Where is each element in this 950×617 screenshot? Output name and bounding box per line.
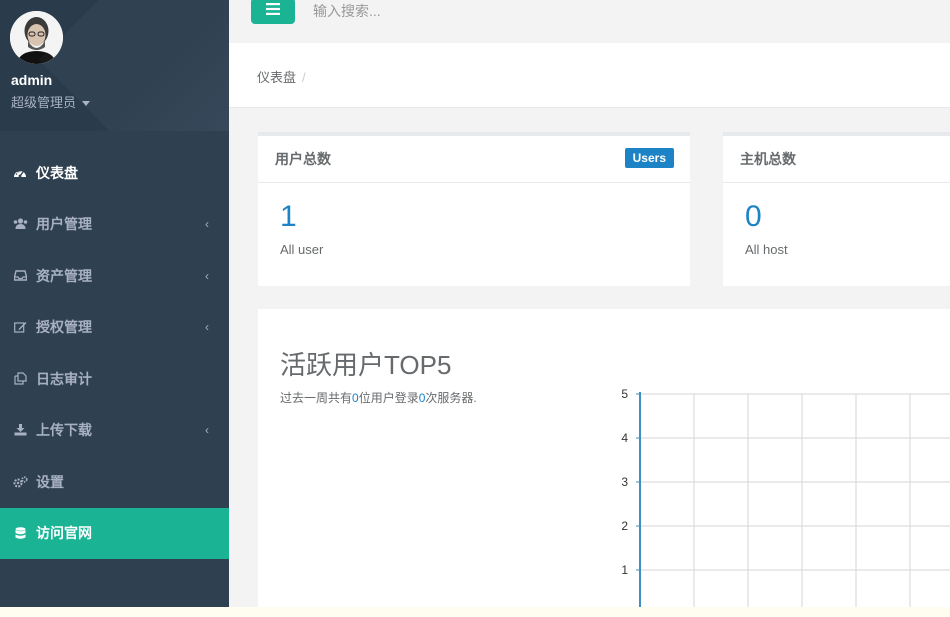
sidebar-item-audit[interactable]: 日志审计 <box>0 353 229 405</box>
sidebar-nav: 仪表盘 用户管理 ‹ 资产管理 ‹ 授权管理 ‹ 日志审计 上传下载 ‹ 设置 … <box>0 147 229 559</box>
sidebar-item-label: 日志审计 <box>36 370 92 387</box>
sidebar-item-users[interactable]: 用户管理 ‹ <box>0 199 229 251</box>
active-users-panel: 活跃用户TOP5 过去一周共有0位用户登录0次服务器. 54321 <box>258 309 950 607</box>
sidebar-item-label: 资产管理 <box>36 267 92 284</box>
card-title-label: 用户总数 <box>275 151 331 167</box>
database-icon <box>12 525 28 541</box>
menu-toggle-button[interactable] <box>251 0 295 24</box>
card-host-total: 主机总数 0 All host <box>723 132 950 286</box>
avatar[interactable] <box>10 11 63 64</box>
sidebar-item-dashboard[interactable]: 仪表盘 <box>0 147 229 199</box>
edit-icon <box>12 319 28 335</box>
panel-title: 活跃用户TOP5 <box>280 350 452 380</box>
topbar <box>229 0 950 42</box>
users-icon <box>12 216 28 232</box>
breadcrumb-current[interactable]: 仪表盘 <box>257 70 296 85</box>
desc-user-count: 0 <box>352 391 359 405</box>
desc-mid: 位用户登录 <box>358 391 419 405</box>
sidebar-item-label: 上传下载 <box>36 422 92 439</box>
search-input[interactable] <box>313 0 613 22</box>
users-badge: Users <box>624 148 674 168</box>
chart-y-tick-label: 4 <box>621 431 628 445</box>
gears-icon <box>12 474 28 490</box>
chevron-left-icon: ‹ <box>205 268 209 283</box>
card-title: 用户总数 Users <box>258 136 690 183</box>
profile-role-label: 超级管理员 <box>11 95 77 110</box>
sidebar-item-assets[interactable]: 资产管理 ‹ <box>0 250 229 302</box>
download-icon <box>12 422 28 438</box>
sidebar-item-official-site[interactable]: 访问官网 <box>0 507 229 559</box>
chevron-left-icon: ‹ <box>205 423 209 438</box>
chart-y-tick-label: 3 <box>621 475 628 489</box>
desc-suffix: 次服务器. <box>425 391 477 405</box>
sidebar: admin 超级管理员 仪表盘 用户管理 ‹ 资产管理 ‹ 授权管理 ‹ 日志审… <box>0 0 229 607</box>
card-user-total: 用户总数 Users 1 All user <box>258 132 690 286</box>
card-subtitle: All host <box>745 242 788 257</box>
card-title-label: 主机总数 <box>740 151 796 167</box>
breadcrumb-separator: / <box>302 70 306 85</box>
chart-y-tick-label: 5 <box>621 387 628 401</box>
breadcrumb: 仪表盘 / <box>257 67 306 86</box>
sidebar-item-label: 仪表盘 <box>36 164 78 181</box>
sidebar-item-label: 设置 <box>36 473 64 490</box>
profile-block: admin 超级管理员 <box>0 0 229 131</box>
profile-name: admin <box>11 72 53 88</box>
card-title: 主机总数 <box>723 136 950 183</box>
sidebar-item-upload-download[interactable]: 上传下载 ‹ <box>0 405 229 457</box>
card-subtitle: All user <box>280 242 324 257</box>
card-value: 1 <box>280 200 297 233</box>
dashboard-icon <box>12 165 28 181</box>
hamburger-icon <box>266 2 280 20</box>
breadcrumb-bar: 仪表盘 / <box>229 43 950 108</box>
desc-prefix: 过去一周共有 <box>280 391 353 405</box>
chevron-left-icon: ‹ <box>205 320 209 335</box>
active-users-chart: 5 4 3 2 1 <box>621 387 950 607</box>
sidebar-item-settings[interactable]: 设置 <box>0 456 229 508</box>
profile-role-dropdown[interactable]: 超级管理员 <box>11 92 91 111</box>
bottom-strip <box>0 607 950 617</box>
sidebar-item-label: 授权管理 <box>36 319 92 336</box>
chart-y-tick-label: 2 <box>621 519 628 533</box>
chevron-left-icon: ‹ <box>205 217 209 232</box>
chart-y-tick-label: 1 <box>621 563 628 577</box>
copy-icon <box>12 371 28 387</box>
panel-description: 过去一周共有0位用户登录0次服务器. <box>280 389 477 406</box>
inbox-icon <box>12 268 28 284</box>
card-value: 0 <box>745 200 762 233</box>
sidebar-item-label: 用户管理 <box>36 216 92 233</box>
sidebar-item-authorization[interactable]: 授权管理 ‹ <box>0 302 229 354</box>
sidebar-item-label: 访问官网 <box>36 525 92 542</box>
caret-down-icon <box>82 101 91 107</box>
